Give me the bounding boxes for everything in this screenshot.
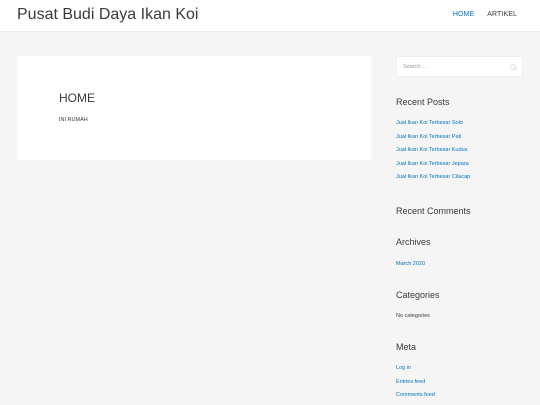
archives-title: Archives [396,237,431,247]
archive-link[interactable]: March 2020 [396,261,425,267]
page-body-text: INI RUMAH [59,117,88,123]
list-item: Jual Ikan Koi Terbesar Kudus [396,144,470,158]
recent-post-link[interactable]: Jual Ikan Koi Terbesar Solo [396,120,463,126]
recent-comments-title: Recent Comments [396,206,471,216]
list-item: Comments feed [396,389,435,403]
recent-post-link[interactable]: Jual Ikan Koi Terbesar Jepara [396,161,469,167]
sidebar: Recent Posts Jual Ikan Koi Terbesar Solo… [396,56,523,398]
search-icon[interactable] [510,64,516,70]
page-article: HOME INI RUMAH [17,56,371,160]
search-input[interactable] [397,57,507,76]
list-item: Log in [396,362,435,376]
list-item: Jual Ikan Koi Terbesar Solo [396,117,470,131]
recent-post-link[interactable]: Jual Ikan Koi Terbesar Cilacap [396,174,470,180]
meta-list: Log in Entries feed Comments feed [396,362,435,403]
meta-title: Meta [396,342,417,352]
nav-item-artikel[interactable]: ARTIKEL [487,11,517,18]
site-title[interactable]: Pusat Budi Daya Ikan Koi [17,6,198,24]
list-item: Entries feed [396,376,435,390]
entries-feed-link[interactable]: Entries feed [396,379,425,385]
recent-posts-title: Recent Posts [396,97,450,107]
login-link[interactable]: Log in [396,365,411,371]
categories-title: Categories [396,290,440,300]
recent-posts-list: Jual Ikan Koi Terbesar Solo Jual Ikan Ko… [396,117,470,185]
list-item: Jual Ikan Koi Terbesar Jepara [396,158,470,172]
categories-empty-text: No categories [396,313,430,319]
comments-feed-link[interactable]: Comments feed [396,392,435,398]
search-form [396,56,523,77]
nav-item-home[interactable]: HOME [453,11,474,18]
archives-list: March 2020 [396,258,425,272]
list-item: Jual Ikan Koi Terbesar Cilacap [396,171,470,185]
recent-post-link[interactable]: Jual Ikan Koi Terbesar Kudus [396,147,467,153]
list-item: Jual Ikan Koi Terbesar Pati [396,131,470,145]
recent-post-link[interactable]: Jual Ikan Koi Terbesar Pati [396,134,461,140]
main-nav: HOME ARTIKEL [453,11,517,18]
page-title: HOME [59,91,95,105]
list-item: March 2020 [396,258,425,272]
site-header: Pusat Budi Daya Ikan Koi HOME ARTIKEL [0,0,540,32]
